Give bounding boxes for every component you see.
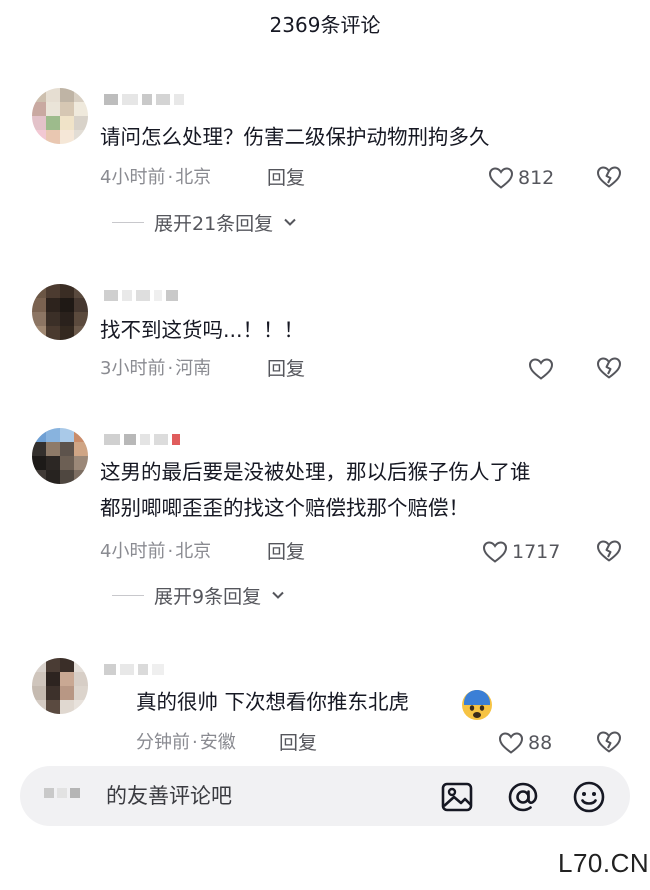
comment-input-placeholder: 的友善评论吧 bbox=[106, 784, 232, 808]
heart-icon bbox=[528, 358, 554, 380]
comment-time: 分钟前 bbox=[136, 732, 190, 753]
username-blurred[interactable] bbox=[104, 92, 184, 106]
image-icon[interactable] bbox=[440, 780, 474, 814]
heart-icon bbox=[482, 541, 508, 563]
avatar[interactable] bbox=[32, 658, 88, 714]
like-button[interactable] bbox=[528, 354, 554, 384]
meta-separator: · bbox=[167, 541, 174, 562]
meta-separator: · bbox=[192, 732, 198, 753]
like-button[interactable]: 1717 bbox=[482, 537, 560, 567]
heart-icon bbox=[488, 167, 514, 189]
comment-time: 4小时前 bbox=[100, 541, 166, 562]
like-count: 1717 bbox=[512, 541, 561, 563]
like-button[interactable]: 88 bbox=[498, 728, 552, 758]
comment-time: 4小时前 bbox=[100, 167, 166, 188]
divider-line bbox=[112, 594, 144, 596]
comments-count-title: 2369条评论 bbox=[269, 13, 381, 37]
username-blurred[interactable] bbox=[104, 288, 178, 302]
heart-icon bbox=[498, 732, 524, 754]
avatar[interactable] bbox=[32, 88, 88, 144]
comment-input[interactable]: 的友善评论吧 bbox=[20, 766, 630, 826]
meta-separator: · bbox=[167, 167, 174, 188]
comment-text: 这男的最后要是没被处理，那以后猴子伤人了谁 都别唧唧歪歪的找这个赔偿找那个赔偿！ bbox=[100, 460, 531, 520]
reply-button[interactable]: 回复 bbox=[267, 164, 305, 192]
at-icon[interactable] bbox=[506, 780, 540, 814]
expand-replies-label: 展开21条回复 bbox=[154, 212, 274, 235]
reply-button[interactable]: 回复 bbox=[267, 538, 305, 566]
username-blurred[interactable] bbox=[104, 432, 180, 446]
emoji-icon bbox=[462, 690, 492, 720]
username-blurred[interactable] bbox=[104, 662, 164, 676]
comment-input-bar: 的友善评论吧 bbox=[0, 756, 650, 836]
broken-heart-icon[interactable] bbox=[596, 729, 622, 755]
comment-text: 真的很帅 下次想看你推东北虎 bbox=[136, 690, 410, 714]
reply-button[interactable]: 回复 bbox=[267, 355, 305, 383]
chevron-down-icon bbox=[284, 218, 296, 226]
expand-replies-button[interactable]: 展开9条回复 bbox=[112, 581, 285, 609]
comment-meta: 4小时前 · 北京 回复 bbox=[100, 164, 305, 192]
chevron-down-icon bbox=[272, 591, 284, 599]
comment-location: 北京 bbox=[175, 541, 212, 562]
broken-heart-icon[interactable] bbox=[596, 538, 622, 564]
like-count: 812 bbox=[518, 167, 555, 189]
comment-meta: 4小时前 · 北京 回复 bbox=[100, 538, 305, 566]
comment-meta: 分钟前 · 安徽 回复 bbox=[112, 729, 317, 757]
meta-separator: · bbox=[167, 358, 174, 379]
comment-time: 3小时前 bbox=[100, 358, 166, 379]
emoji-face-icon[interactable] bbox=[572, 780, 606, 814]
comment-location: 北京 bbox=[175, 167, 212, 188]
divider-line bbox=[112, 221, 144, 223]
avatar[interactable] bbox=[32, 428, 88, 484]
blurred-avatar-overlay bbox=[44, 788, 80, 798]
comment-text: 找不到这货吗...！！！ bbox=[100, 318, 305, 342]
like-count: 88 bbox=[528, 732, 553, 754]
comment-meta: 3小时前 · 河南 回复 bbox=[100, 355, 305, 383]
comment-location: 安徽 bbox=[199, 732, 236, 753]
site-watermark: L70.CN bbox=[558, 848, 650, 878]
comment-location: 河南 bbox=[175, 358, 212, 379]
comment-text: 请问怎么处理？伤害二级保护动物刑拘多久 bbox=[100, 125, 490, 149]
avatar[interactable] bbox=[32, 284, 88, 340]
like-button[interactable]: 812 bbox=[488, 163, 554, 193]
expand-replies-label: 展开9条回复 bbox=[154, 585, 262, 608]
expand-replies-button[interactable]: 展开21条回复 bbox=[112, 208, 297, 236]
broken-heart-icon[interactable] bbox=[596, 355, 622, 381]
reply-button[interactable]: 回复 bbox=[279, 729, 317, 757]
broken-heart-icon[interactable] bbox=[596, 164, 622, 190]
